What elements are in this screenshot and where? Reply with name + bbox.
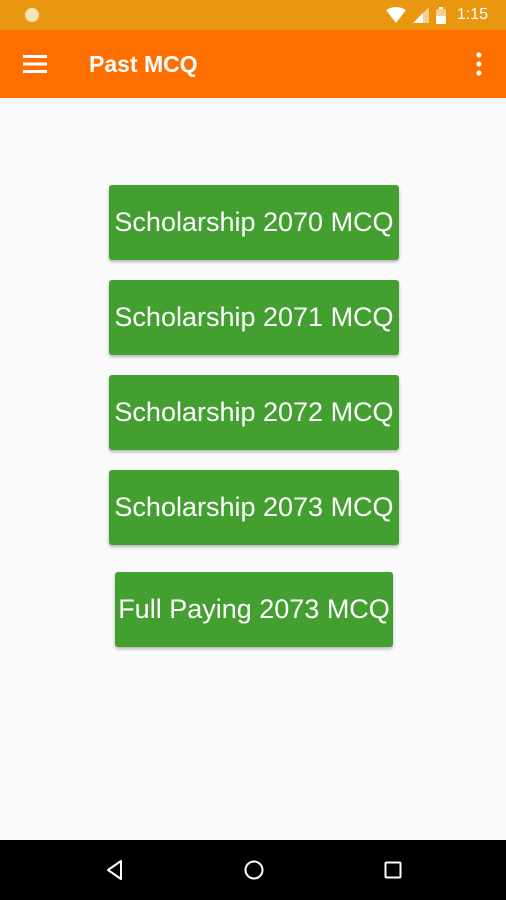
content-area: Scholarship 2070 MCQ Scholarship 2071 MC… bbox=[0, 98, 506, 840]
recents-icon[interactable] bbox=[381, 858, 405, 882]
scholarship-2073-mcq-button[interactable]: Scholarship 2073 MCQ bbox=[109, 470, 399, 545]
back-icon[interactable] bbox=[103, 858, 127, 882]
page-title: Past MCQ bbox=[89, 51, 198, 77]
navigation-bar bbox=[0, 840, 506, 900]
scholarship-2072-mcq-button[interactable]: Scholarship 2072 MCQ bbox=[109, 375, 399, 450]
hamburger-menu-icon[interactable] bbox=[22, 52, 48, 76]
app-bar: Past MCQ bbox=[0, 30, 506, 98]
status-icons: 1:15 bbox=[385, 0, 488, 30]
scholarship-2070-mcq-button[interactable]: Scholarship 2070 MCQ bbox=[109, 185, 399, 260]
scholarship-2071-mcq-button[interactable]: Scholarship 2071 MCQ bbox=[109, 280, 399, 355]
status-time: 1:15 bbox=[456, 6, 488, 23]
signal-icon bbox=[412, 7, 429, 23]
battery-icon bbox=[435, 6, 446, 24]
full-paying-2073-mcq-button[interactable]: Full Paying 2073 MCQ bbox=[115, 572, 393, 647]
status-bar: 1:15 bbox=[0, 0, 506, 30]
notification-dot-icon bbox=[25, 8, 39, 22]
wifi-icon bbox=[385, 7, 406, 23]
more-vert-icon[interactable] bbox=[470, 50, 488, 78]
home-icon[interactable] bbox=[242, 858, 266, 882]
